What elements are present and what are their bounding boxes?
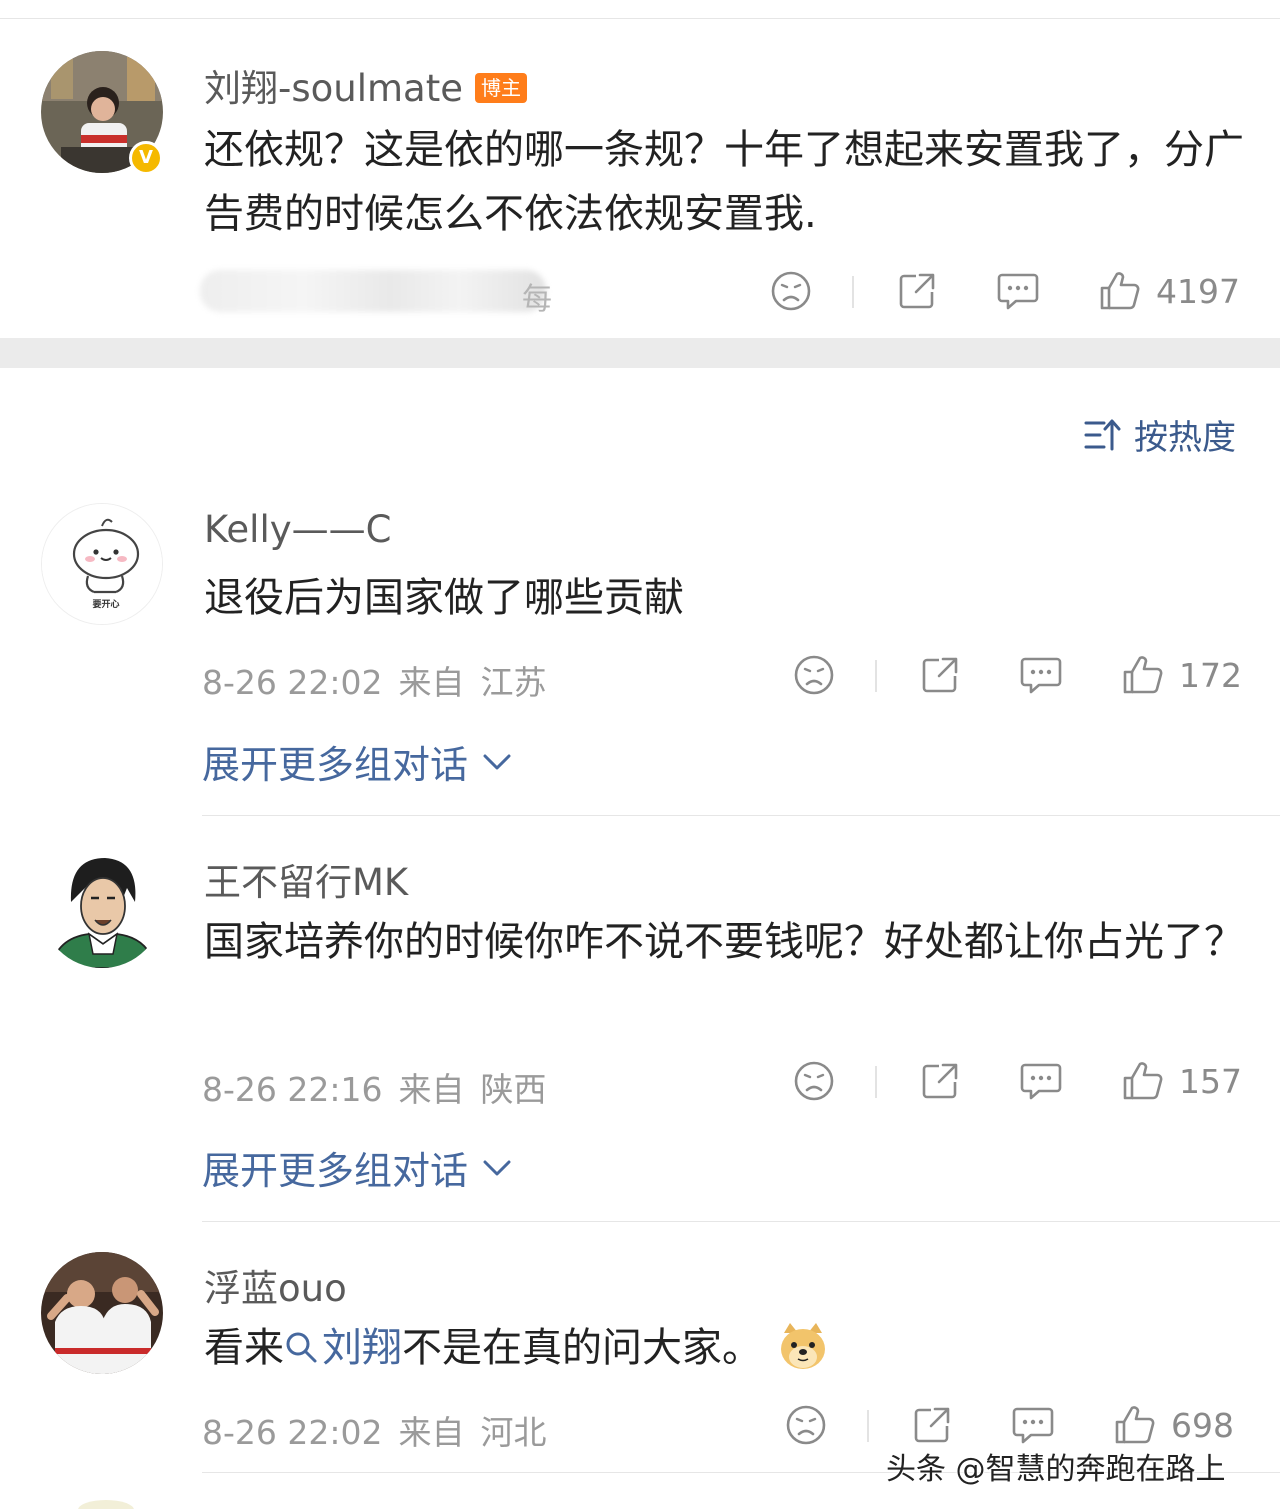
- sort-icon: [1084, 419, 1121, 450]
- share-button[interactable]: [911, 1400, 953, 1450]
- share-button[interactable]: [896, 266, 938, 316]
- chevron-down-icon: [483, 1160, 511, 1175]
- commenter-avatar[interactable]: 要开心: [41, 503, 163, 625]
- like-button[interactable]: 157: [1121, 1056, 1242, 1106]
- sad-face-icon: [771, 271, 811, 311]
- action-separator: [875, 660, 877, 692]
- share-icon: [914, 1407, 950, 1443]
- like-count: 157: [1179, 1061, 1242, 1101]
- reply-button[interactable]: [996, 266, 1040, 316]
- comment-actions: 172: [0, 650, 1280, 700]
- like-button[interactable]: 172: [1121, 650, 1242, 700]
- blogger-comment-text: 还依规？这是依的哪一条规？十年了想起来安置我了，分广告费的时候怎么不依法依规安置…: [204, 127, 1244, 237]
- sad-face-icon: [794, 1061, 834, 1101]
- comment-text-after: 不是在真的问大家。: [402, 1325, 762, 1371]
- comment-username[interactable]: 王不留行MK: [204, 852, 408, 906]
- action-separator: [875, 1066, 877, 1098]
- dislike-button[interactable]: [793, 650, 835, 700]
- comment-username[interactable]: 浮蓝ouo: [204, 1258, 347, 1312]
- topic-link[interactable]: 刘翔: [284, 1325, 402, 1371]
- comment-text: 国家培养你的时候你咋不说不要钱呢？好处都让你占光了？: [204, 919, 1244, 965]
- share-button[interactable]: [919, 1056, 961, 1106]
- action-separator: [852, 276, 854, 308]
- share-button[interactable]: [919, 650, 961, 700]
- sort-button[interactable]: 按热度: [1084, 410, 1236, 459]
- share-icon: [922, 1063, 958, 1099]
- dislike-button[interactable]: [770, 266, 812, 316]
- like-button[interactable]: 698: [1113, 1400, 1234, 1450]
- expand-thread-button[interactable]: 展开更多组对话: [202, 1140, 512, 1195]
- share-icon: [922, 657, 958, 693]
- comment-icon: [1012, 1407, 1054, 1444]
- thumbs-up-icon: [1123, 1062, 1163, 1100]
- sad-face-icon: [794, 655, 834, 695]
- sort-label: 按热度: [1134, 418, 1236, 458]
- reply-button[interactable]: [1011, 1400, 1055, 1450]
- expand-thread-label: 展开更多组对话: [202, 743, 469, 787]
- thumbs-up-icon: [1123, 656, 1163, 694]
- like-button[interactable]: 4197: [1098, 266, 1240, 316]
- commenter-avatar[interactable]: [41, 846, 163, 968]
- blogger-actions: 4197: [0, 266, 1280, 316]
- verified-icon: V: [129, 141, 163, 175]
- dislike-button[interactable]: [793, 1056, 835, 1106]
- expand-thread-button[interactable]: 展开更多组对话: [202, 734, 512, 789]
- reply-button[interactable]: [1019, 650, 1063, 700]
- like-count: 698: [1171, 1405, 1234, 1445]
- avatar-caption: 要开心: [92, 599, 119, 610]
- thumbs-up-icon: [1100, 272, 1140, 310]
- dislike-button[interactable]: [785, 1400, 827, 1450]
- comment-divider: [202, 1221, 1280, 1222]
- top-divider: [0, 18, 1280, 19]
- expand-thread-label: 展开更多组对话: [202, 1149, 469, 1193]
- like-count: 172: [1179, 655, 1242, 695]
- comment-text: 退役后为国家做了哪些贡献: [204, 575, 684, 621]
- topic-link-label[interactable]: 刘翔: [322, 1325, 402, 1371]
- blogger-username-text[interactable]: 刘翔-soulmate: [204, 67, 463, 110]
- reply-button[interactable]: [1019, 1056, 1063, 1106]
- search-icon: [286, 1332, 317, 1363]
- share-icon: [899, 273, 935, 309]
- comment-icon: [1020, 1063, 1062, 1100]
- comment-text: 看来 刘翔不是在真的问大家。: [204, 1316, 1254, 1392]
- action-separator: [867, 1410, 869, 1442]
- blogger-username[interactable]: 刘翔-soulmate 博主: [204, 58, 527, 112]
- comment-username[interactable]: Kelly——C: [204, 508, 391, 551]
- commenter-avatar[interactable]: [41, 1252, 163, 1374]
- next-avatar-peek: [78, 1500, 134, 1509]
- like-count: 4197: [1156, 271, 1240, 311]
- doge-emoji-icon: [776, 1319, 830, 1392]
- comment-text-before: 看来: [204, 1325, 284, 1371]
- comment-actions: 157: [0, 1056, 1280, 1106]
- section-separator: [0, 338, 1280, 368]
- thumbs-up-icon: [1115, 1406, 1155, 1444]
- comment-icon: [1020, 657, 1062, 694]
- chevron-down-icon: [483, 754, 511, 769]
- blogger-badge: 博主: [474, 73, 527, 103]
- comment-divider: [202, 815, 1280, 816]
- comment-actions: 698: [0, 1400, 1280, 1450]
- sad-face-icon: [786, 1405, 826, 1445]
- comment-icon: [997, 273, 1039, 310]
- source-watermark: 头条 @智慧的奔跑在路上: [886, 1452, 1226, 1487]
